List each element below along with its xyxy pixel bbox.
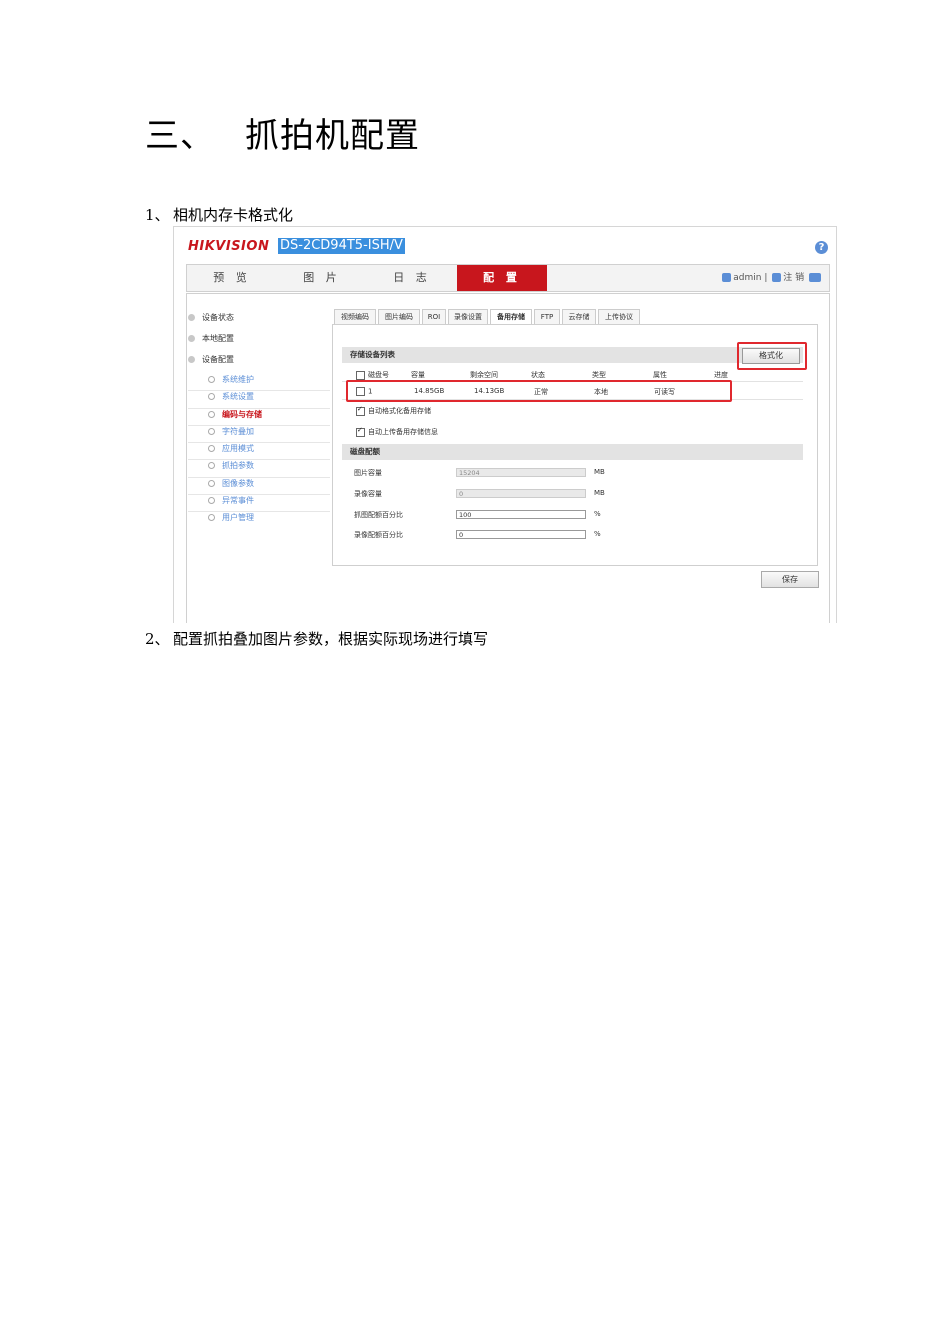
step-text: 相机内存卡格式化: [173, 206, 294, 224]
nav-preview[interactable]: 预 览: [187, 265, 277, 291]
radio-icon: [208, 427, 215, 435]
tab-picture-encoding[interactable]: 图片编码: [378, 309, 420, 325]
nav-log[interactable]: 日 志: [367, 265, 457, 291]
column-header-type: 类型: [592, 371, 606, 379]
column-header-disk: 磁盘号: [356, 370, 389, 380]
user-area: admin | 注 销: [720, 265, 823, 291]
field-label-record-quota: 录像配额百分比: [354, 531, 403, 539]
record-quota-input[interactable]: 0: [456, 530, 586, 539]
section-number: 三、: [145, 116, 215, 156]
field-unit: %: [594, 530, 601, 538]
auto-upload-checkbox[interactable]: [356, 426, 365, 437]
radio-icon: [208, 462, 215, 470]
radio-icon: [208, 376, 215, 383]
sidebar-item-local-config[interactable]: 本地配置: [188, 332, 330, 353]
sidebar-sub-item[interactable]: 抓拍参数: [188, 460, 330, 478]
camera-config-screenshot: HIKVISION DS-2CD94T5-ISH/V ? 预 览 图 片 日 志…: [173, 226, 837, 623]
bullet-icon: [188, 335, 195, 342]
sidebar-item-device-config[interactable]: 设备配置: [188, 353, 330, 374]
radio-icon: [208, 410, 215, 418]
sidebar-sub-item[interactable]: 系统维护: [188, 374, 330, 392]
save-button[interactable]: 保存: [761, 571, 819, 588]
picture-capacity-input: 15204: [456, 468, 586, 477]
step-text: 配置抓拍叠加图片参数，根据实际现场进行填写: [173, 630, 489, 648]
section-title: 抓拍机配置: [245, 116, 420, 156]
logout-icon: [772, 273, 782, 282]
radio-icon: [208, 393, 215, 401]
device-model: DS-2CD94T5-ISH/V: [278, 238, 405, 254]
logout-link[interactable]: 注 销: [783, 273, 804, 283]
tab-backup-storage[interactable]: 备用存储: [490, 309, 532, 325]
record-capacity-input: 0: [456, 489, 586, 498]
format-highlight-box: [737, 342, 807, 370]
auto-upload-option[interactable]: 自动上传备用存储信息: [356, 426, 438, 437]
screen-icon[interactable]: [809, 273, 821, 282]
help-icon[interactable]: ?: [815, 241, 828, 254]
bullet-icon: [188, 314, 195, 321]
nav-config[interactable]: 配 置: [457, 265, 547, 291]
sidebar-sub-item-active[interactable]: 编码与存储: [188, 409, 330, 426]
sidebar: 设备状态 本地配置 设备配置 系统维护 系统设置 编码与存储 字符叠加 应用模式…: [188, 311, 330, 529]
column-header-property: 属性: [653, 371, 667, 379]
section-heading: 三、 抓拍机配置: [145, 108, 420, 157]
user-separator: |: [764, 273, 768, 283]
step-index: 1、: [145, 206, 170, 224]
radio-icon: [208, 514, 215, 522]
sidebar-sub-item[interactable]: 图像参数: [188, 478, 330, 496]
select-all-checkbox[interactable]: [356, 370, 365, 380]
tab-ftp[interactable]: FTP: [534, 309, 560, 325]
sidebar-sub-item[interactable]: 应用模式: [188, 443, 330, 461]
field-unit: %: [594, 510, 601, 518]
column-header-capacity: 容量: [411, 371, 425, 379]
username: admin: [733, 273, 762, 283]
tab-roi[interactable]: ROI: [422, 309, 446, 325]
main-nav: 预 览 图 片 日 志 配 置 admin | 注 销: [186, 264, 830, 292]
radio-icon: [208, 445, 215, 453]
sidebar-sub-item[interactable]: 系统设置: [188, 391, 330, 409]
step-2: 2、 配置抓拍叠加图片参数，根据实际现场进行填写: [145, 628, 488, 649]
column-header-progress: 进度: [714, 371, 728, 379]
radio-icon: [208, 479, 215, 487]
field-unit: MB: [594, 489, 605, 497]
field-label-picture-capacity: 图片容量: [354, 469, 382, 477]
sidebar-sub-item[interactable]: 用户管理: [188, 512, 330, 528]
tab-video-encoding[interactable]: 视频编码: [334, 309, 376, 325]
tab-upload-protocol[interactable]: 上传协议: [598, 309, 640, 325]
column-header-status: 状态: [531, 371, 545, 379]
step-1: 1、 相机内存卡格式化: [145, 204, 293, 225]
storage-section-header: 存储设备列表: [342, 347, 803, 363]
sidebar-sub-item[interactable]: 字符叠加: [188, 426, 330, 444]
sidebar-sub-item[interactable]: 异常事件: [188, 495, 330, 513]
field-label-record-capacity: 录像容量: [354, 490, 382, 498]
field-label-picture-quota: 抓图配额百分比: [354, 511, 403, 519]
tab-cloud-storage[interactable]: 云存储: [562, 309, 596, 325]
step-index: 2、: [145, 630, 170, 648]
hikvision-logo: HIKVISION: [188, 239, 270, 254]
user-icon: [722, 273, 732, 282]
column-header-free-space: 剩余空间: [470, 371, 498, 379]
auto-format-option[interactable]: 自动格式化备用存储: [356, 405, 431, 416]
disk-row-highlight-box: [346, 380, 732, 402]
sidebar-item-device-status[interactable]: 设备状态: [188, 311, 330, 332]
bullet-icon: [188, 356, 195, 363]
quota-section-header: 磁盘配额: [342, 444, 803, 460]
radio-icon: [208, 497, 215, 505]
picture-quota-input[interactable]: 100: [456, 510, 586, 519]
tab-record-settings[interactable]: 录像设置: [448, 309, 488, 325]
nav-picture[interactable]: 图 片: [277, 265, 367, 291]
auto-format-checkbox[interactable]: [356, 405, 365, 416]
field-unit: MB: [594, 468, 605, 476]
